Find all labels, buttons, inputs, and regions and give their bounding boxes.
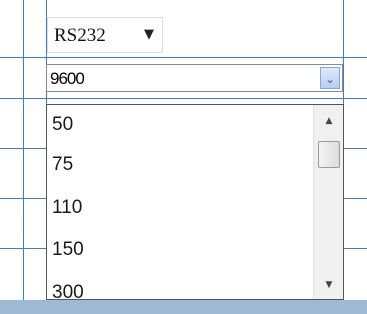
dropdown-option[interactable]: 50 xyxy=(47,105,311,145)
bottom-bar xyxy=(0,300,367,314)
triangle-down-icon: ▼ xyxy=(144,27,154,42)
scroll-up-arrow-icon[interactable]: ▲ xyxy=(314,111,343,131)
dropdown-option[interactable]: 150 xyxy=(47,230,311,270)
grid-horizontal-line xyxy=(0,98,367,99)
protocol-select-value: RS232 xyxy=(54,25,106,46)
scroll-down-arrow-icon[interactable]: ▼ xyxy=(314,275,343,295)
baud-rate-select[interactable]: 9600 ⌄ xyxy=(46,64,343,92)
protocol-select[interactable]: RS232 ▼ xyxy=(47,17,163,53)
chevron-down-icon: ⌄ xyxy=(324,72,336,86)
scrollbar-thumb[interactable] xyxy=(318,141,340,168)
dropdown-button[interactable]: ⌄ xyxy=(320,67,340,89)
dropdown-option[interactable]: 75 xyxy=(47,145,311,185)
baud-rate-dropdown-list[interactable]: 50 75 110 150 300 ▲ ▼ xyxy=(46,104,344,300)
grid-vertical-line xyxy=(23,0,24,300)
baud-rate-value: 9600 xyxy=(50,69,85,88)
dropdown-option[interactable]: 300 xyxy=(47,273,311,299)
dropdown-scrollbar[interactable]: ▲ ▼ xyxy=(313,105,343,299)
grid-horizontal-line xyxy=(0,57,367,58)
dropdown-option[interactable]: 110 xyxy=(47,188,311,228)
